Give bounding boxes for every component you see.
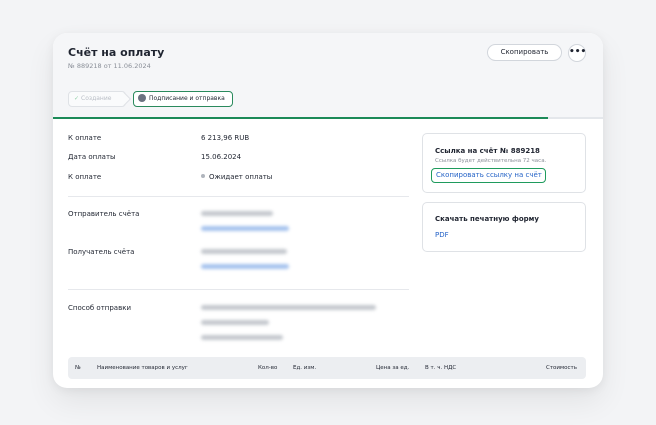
column-header: В т. ч. НДС <box>425 365 457 371</box>
column-header: № <box>75 365 81 371</box>
amount-label: К оплате <box>68 134 102 142</box>
delivery-messenger-redacted <box>201 335 283 340</box>
recipient-name-redacted <box>201 249 287 254</box>
column-header: Ед. изм. <box>293 365 317 371</box>
delivery-method-label: Способ отправки <box>68 304 131 312</box>
step-signing[interactable]: Подписание и отправка <box>133 91 233 107</box>
payment-date-value: 15.06.2024 <box>201 153 242 161</box>
invoice-link-card: Ссылка на счёт № 889218 Ссылка будет дей… <box>422 133 586 193</box>
pdf-download-link[interactable]: PDF <box>435 231 449 239</box>
status-label: К оплате <box>68 173 102 181</box>
print-form-card: Скачать печатную форму PDF <box>422 202 586 252</box>
clock-icon <box>138 93 146 102</box>
invoice-header: Счёт на оплату № 889218 от 11.06.2024 Ск… <box>53 33 603 81</box>
check-icon: ✓ <box>74 95 80 102</box>
sender-link-redacted[interactable] <box>201 226 289 231</box>
print-form-title: Скачать печатную форму <box>435 215 539 223</box>
status-dot <box>201 174 205 178</box>
status-value: Ожидает оплаты <box>201 173 272 181</box>
divider <box>68 196 409 197</box>
column-header: Стоимость <box>546 365 577 371</box>
recipient-label: Получатель счёта <box>68 248 135 256</box>
invoice-subtitle: № 889218 от 11.06.2024 <box>68 62 151 70</box>
divider <box>68 289 409 290</box>
page-title: Счёт на оплату <box>68 46 165 59</box>
invoice-card: Счёт на оплату № 889218 от 11.06.2024 Ск… <box>53 33 603 388</box>
delivery-emails-redacted <box>201 305 376 310</box>
steps-bar: ✓ Создание Подписание и отправка <box>53 81 603 117</box>
copy-button[interactable]: Скопировать <box>487 44 562 61</box>
copy-link-button[interactable]: Скопировать ссылку на счёт <box>431 168 546 183</box>
payment-date-label: Дата оплаты <box>68 153 116 161</box>
progress-fill <box>53 117 548 119</box>
delivery-phone-redacted <box>201 320 269 325</box>
amount-value: 6 213,96 RUB <box>201 134 250 142</box>
column-header: Кол-во <box>258 365 278 371</box>
column-header: Цена за ед. <box>376 365 410 371</box>
step-signing-label: Подписание и отправка <box>149 95 225 102</box>
invoice-link-note: Ссылка будет действительна 72 часа. <box>435 158 547 164</box>
step-creation-label: Создание <box>81 95 112 102</box>
more-options-button[interactable]: ••• <box>568 44 586 62</box>
sender-name-redacted <box>201 211 273 216</box>
items-table-header: № Наименование товаров и услуг Кол-во Ед… <box>68 357 586 379</box>
sender-label: Отправитель счёта <box>68 210 140 218</box>
invoice-link-title: Ссылка на счёт № 889218 <box>435 147 540 155</box>
recipient-link-redacted[interactable] <box>201 264 289 269</box>
column-header: Наименование товаров и услуг <box>97 365 188 371</box>
status-text: Ожидает оплаты <box>209 173 273 181</box>
